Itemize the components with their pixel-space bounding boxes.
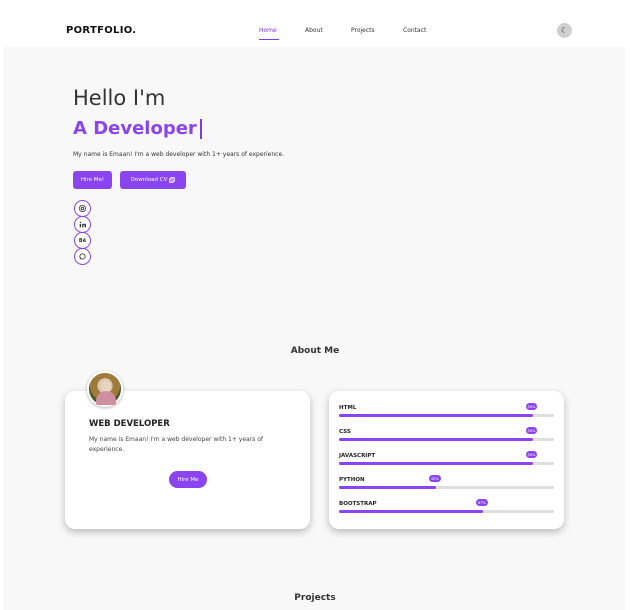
skill-track-javascript (339, 462, 554, 465)
instagram-link[interactable] (74, 200, 91, 217)
moon-icon: ☾ (560, 26, 569, 35)
skill-badge-javascript: 90% (525, 451, 538, 458)
whatsapp-link[interactable] (74, 248, 91, 265)
hire-me-button[interactable]: Hire Me! (73, 171, 112, 189)
hero-intro-text: My name is Emaan! I'm a web developer wi… (73, 151, 285, 158)
about-card (65, 391, 310, 529)
skill-fill-python (339, 486, 436, 489)
behance-icon: Bē (78, 237, 87, 244)
projects-section-title: Projects (294, 593, 336, 603)
skill-label-javascript: JAVASCRIPT (339, 453, 376, 459)
whatsapp-icon (79, 253, 86, 260)
hero-greeting: Hello I'm (73, 86, 166, 110)
about-card-text: My name is Emaan! I'm a web developer wi… (89, 436, 263, 453)
about-section-title: About Me (290, 346, 340, 356)
download-cv-button[interactable]: Download CV (120, 171, 186, 189)
avatar-body (96, 391, 116, 405)
nav-link-contact[interactable]: Contact (403, 27, 426, 34)
hero-role-text: A Developer (73, 118, 197, 139)
skill-track-css (339, 438, 554, 441)
skill-badge-css: 90% (525, 427, 538, 434)
hire-me-label: Hire Me! (80, 177, 105, 183)
linkedin-icon (79, 221, 86, 228)
skill-label-bootstrap: BOOTSTRAP (339, 501, 377, 507)
skill-fill-javascript (339, 462, 533, 465)
behance-link[interactable]: Bē (74, 232, 91, 249)
about-card-title: WEB DEVELOPER (89, 419, 170, 429)
nav-link-about[interactable]: About (305, 27, 323, 34)
download-cv-label: Download CV (130, 177, 168, 183)
about-hire-me-button[interactable]: Hire Me (169, 471, 207, 488)
linkedin-link[interactable] (74, 216, 91, 233)
skill-fill-css (339, 438, 533, 441)
nav-link-home[interactable]: Home (259, 27, 277, 34)
skill-badge-python: 45% (428, 475, 441, 482)
typing-caret (199, 118, 202, 139)
skill-fill-html (339, 414, 533, 417)
skill-badge-bootstrap: 67% (476, 499, 488, 506)
skill-track-bootstrap (339, 510, 554, 513)
about-hire-me-label: Hire Me (177, 476, 199, 483)
skills-card (329, 391, 564, 529)
skill-badge-html: 90% (525, 403, 538, 410)
profile-avatar (87, 371, 123, 407)
skill-track-python (339, 486, 554, 489)
theme-toggle-button[interactable]: ☾ (557, 23, 572, 38)
copy-icon (169, 177, 176, 183)
hero-role-heading: A Developer (73, 118, 202, 139)
skill-track-html (339, 414, 554, 417)
nav-link-projects[interactable]: Projects (351, 27, 375, 34)
skill-label-python: PYTHON (339, 477, 365, 483)
site-header: PORTFOLIO. Home About Projects Contact ☾ (0, 0, 630, 47)
skill-label-css: CSS (339, 429, 351, 435)
instagram-icon (79, 205, 86, 212)
skill-label-html: HTML (339, 405, 357, 411)
site-logo[interactable]: PORTFOLIO. (66, 25, 136, 36)
skill-fill-bootstrap (339, 510, 484, 513)
nav-active-underline (259, 39, 279, 40)
